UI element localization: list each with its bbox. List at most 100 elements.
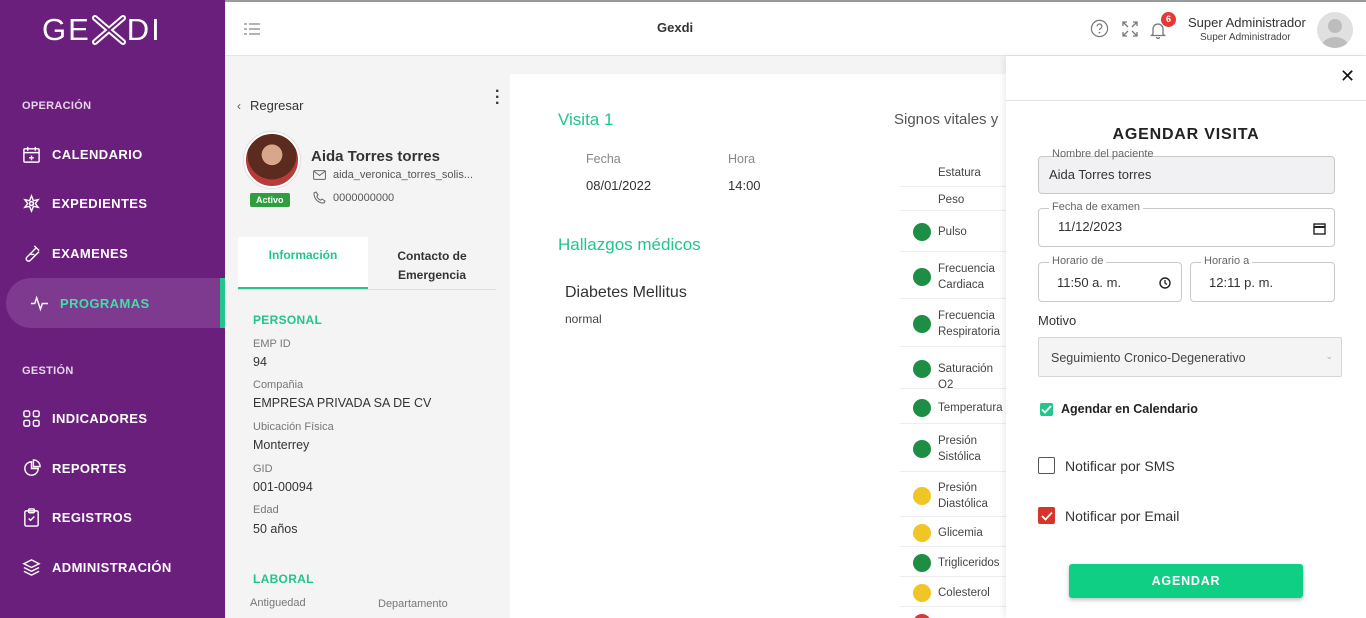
clock-icon[interactable] xyxy=(1159,277,1171,289)
sidebar-item-administracion[interactable]: ADMINISTRACIÓN xyxy=(22,557,172,577)
vital-name: Estatura xyxy=(938,167,981,179)
back-link[interactable]: ‹ Regresar xyxy=(237,98,303,113)
close-icon[interactable]: ✕ xyxy=(1340,66,1355,87)
vital-row: Colesterol xyxy=(900,579,1006,607)
vital-status-dot xyxy=(913,398,931,417)
status-badge: Activo xyxy=(250,193,290,207)
field-label-emp-id: EMP ID xyxy=(253,338,291,350)
sidebar-item-calendario[interactable]: CALENDARIO xyxy=(22,144,143,164)
sidebar-item-label: INDICADORES xyxy=(52,410,148,426)
time-to-field-value: 12:11 p. m. xyxy=(1209,275,1274,290)
vital-name: Presión Diastólica xyxy=(938,481,988,510)
patient-name-field[interactable]: Nombre del paciente Aida Torres torres xyxy=(1038,148,1335,194)
exam-date-field[interactable]: Fecha de examen 11/12/2023 xyxy=(1038,201,1335,247)
email-checkbox-row[interactable]: Notificar por Email xyxy=(1038,507,1179,524)
vital-row: Temperatura xyxy=(900,391,1006,424)
sms-checkbox-row[interactable]: Notificar por SMS xyxy=(1038,457,1175,474)
patient-email: aida_veronica_torres_solis... xyxy=(313,169,473,181)
calendar-icon[interactable] xyxy=(1313,222,1326,235)
sms-checkbox[interactable] xyxy=(1038,457,1055,474)
patient-photo xyxy=(244,132,300,188)
sidebar-item-indicadores[interactable]: INDICADORES xyxy=(22,408,147,428)
chevron-down-icon: ⌄ xyxy=(1325,351,1333,361)
app-logo: GE DI xyxy=(42,12,162,47)
motivo-select[interactable]: Seguimiento Cronico-Degenerativo ⌄ xyxy=(1038,337,1342,377)
field-value-gid: 001-00094 xyxy=(253,480,313,494)
vital-row: Estatura xyxy=(900,159,1006,187)
patient-phone: 0000000000 xyxy=(313,191,394,204)
divider xyxy=(1006,100,1366,101)
more-options-icon[interactable]: · · · xyxy=(495,84,500,112)
vital-status-dot xyxy=(913,614,931,618)
sidebar-item-programas[interactable]: PROGRAMAS xyxy=(30,293,150,313)
time-to-field-label: Horario a xyxy=(1201,255,1253,267)
user-role: Super Administrador xyxy=(1200,32,1291,43)
vital-row: Pulso xyxy=(900,212,1006,252)
visit-time-value: 14:00 xyxy=(728,178,761,193)
field-label-antiguedad: Antiguedad xyxy=(250,597,306,609)
diagnosis-name: Diabetes Mellitus xyxy=(565,284,687,301)
vital-status-dot xyxy=(913,360,931,378)
sidebar-item-expedientes[interactable]: EXPEDIENTES xyxy=(22,193,147,213)
sidebar-item-reportes[interactable]: REPORTES xyxy=(22,458,127,478)
vital-row: Trigliceridos xyxy=(900,549,1006,577)
field-value-compania: EMPRESA PRIVADA SA DE CV xyxy=(253,396,432,410)
email-checkbox[interactable] xyxy=(1038,507,1055,524)
sidebar: GE DI OPERACIÓN CALENDARIO EXPEDIENTES E… xyxy=(0,0,225,618)
help-icon[interactable] xyxy=(1090,19,1109,38)
user-avatar[interactable] xyxy=(1317,12,1353,48)
test-tube-icon xyxy=(25,244,40,262)
sidebar-item-label: REPORTES xyxy=(52,460,127,476)
vital-row: Peso xyxy=(900,189,1006,211)
vital-name: Saturación O2 xyxy=(938,363,993,391)
patient-name: Aida Torres torres xyxy=(311,148,440,165)
menu-toggle-icon[interactable] xyxy=(243,22,261,36)
notification-badge: 6 xyxy=(1161,12,1176,27)
calendar-checkbox-label: Agendar en Calendario xyxy=(1061,402,1198,416)
vital-name: Frecuencia Cardiaca xyxy=(938,262,995,291)
patient-name-field-label: Nombre del paciente xyxy=(1052,148,1154,160)
sidebar-item-label: REGISTROS xyxy=(52,509,133,525)
phone-icon xyxy=(313,191,326,204)
sidebar-item-examenes[interactable]: EXAMENES xyxy=(22,243,128,263)
app-title: Gexdi xyxy=(657,20,694,35)
vital-name: Pulso xyxy=(938,226,967,238)
tab-informacion[interactable]: Información xyxy=(238,237,368,289)
medical-cross-icon xyxy=(23,193,40,213)
field-value-edad: 50 años xyxy=(253,522,298,536)
calendar-checkbox[interactable] xyxy=(1040,402,1053,416)
vital-name: Glicemia xyxy=(938,527,983,539)
sidebar-item-label: ADMINISTRACIÓN xyxy=(52,559,172,575)
fullscreen-icon[interactable] xyxy=(1122,21,1138,37)
vital-name: Presión Sistólica xyxy=(938,435,981,463)
vital-row: Presión Sistólica xyxy=(900,426,1006,472)
section-laboral: LABORAL xyxy=(253,572,314,586)
tab-contacto-emergencia[interactable]: Contacto de Emergencia xyxy=(368,237,496,289)
check-icon xyxy=(1041,404,1052,414)
field-label-edad: Edad xyxy=(253,504,279,516)
vital-status-dot xyxy=(913,554,931,572)
email-checkbox-label: Notificar por Email xyxy=(1065,507,1180,524)
sms-checkbox-label: Notificar por SMS xyxy=(1065,457,1175,474)
visit-panel: Visita 1 Fecha Hora 08/01/2022 14:00 Hal… xyxy=(510,74,1006,618)
visit-date-value: 08/01/2022 xyxy=(586,178,652,193)
vital-row: Saturación O2 xyxy=(900,349,1006,391)
motivo-select-value: Seguimiento Cronico-Degenerativo xyxy=(1051,351,1246,365)
patient-phone-text: 0000000000 xyxy=(333,191,395,204)
sidebar-item-registros[interactable]: REGISTROS xyxy=(22,507,132,527)
sidebar-item-label: EXAMENES xyxy=(52,245,129,261)
visit-date-label: Fecha xyxy=(586,152,621,166)
calendar-checkbox-row[interactable]: Agendar en Calendario xyxy=(1038,402,1198,416)
time-from-field[interactable]: Horario de 11:50 a. m. xyxy=(1038,255,1182,302)
time-to-field[interactable]: Horario a 12:11 p. m. xyxy=(1190,255,1335,302)
time-from-field-label: Horario de xyxy=(1049,255,1107,267)
user-name[interactable]: Super Administrador xyxy=(1188,15,1306,30)
vital-status-dot xyxy=(913,440,931,458)
vital-row: Presión Diastólica xyxy=(900,474,1006,517)
diagnosis-note: normal xyxy=(565,312,602,326)
agendar-button[interactable]: AGENDAR xyxy=(1069,564,1303,598)
vital-status-dot xyxy=(913,223,931,241)
pulse-icon xyxy=(30,295,49,311)
section-title-operacion: OPERACIÓN xyxy=(22,100,92,112)
vital-row xyxy=(900,609,1006,618)
